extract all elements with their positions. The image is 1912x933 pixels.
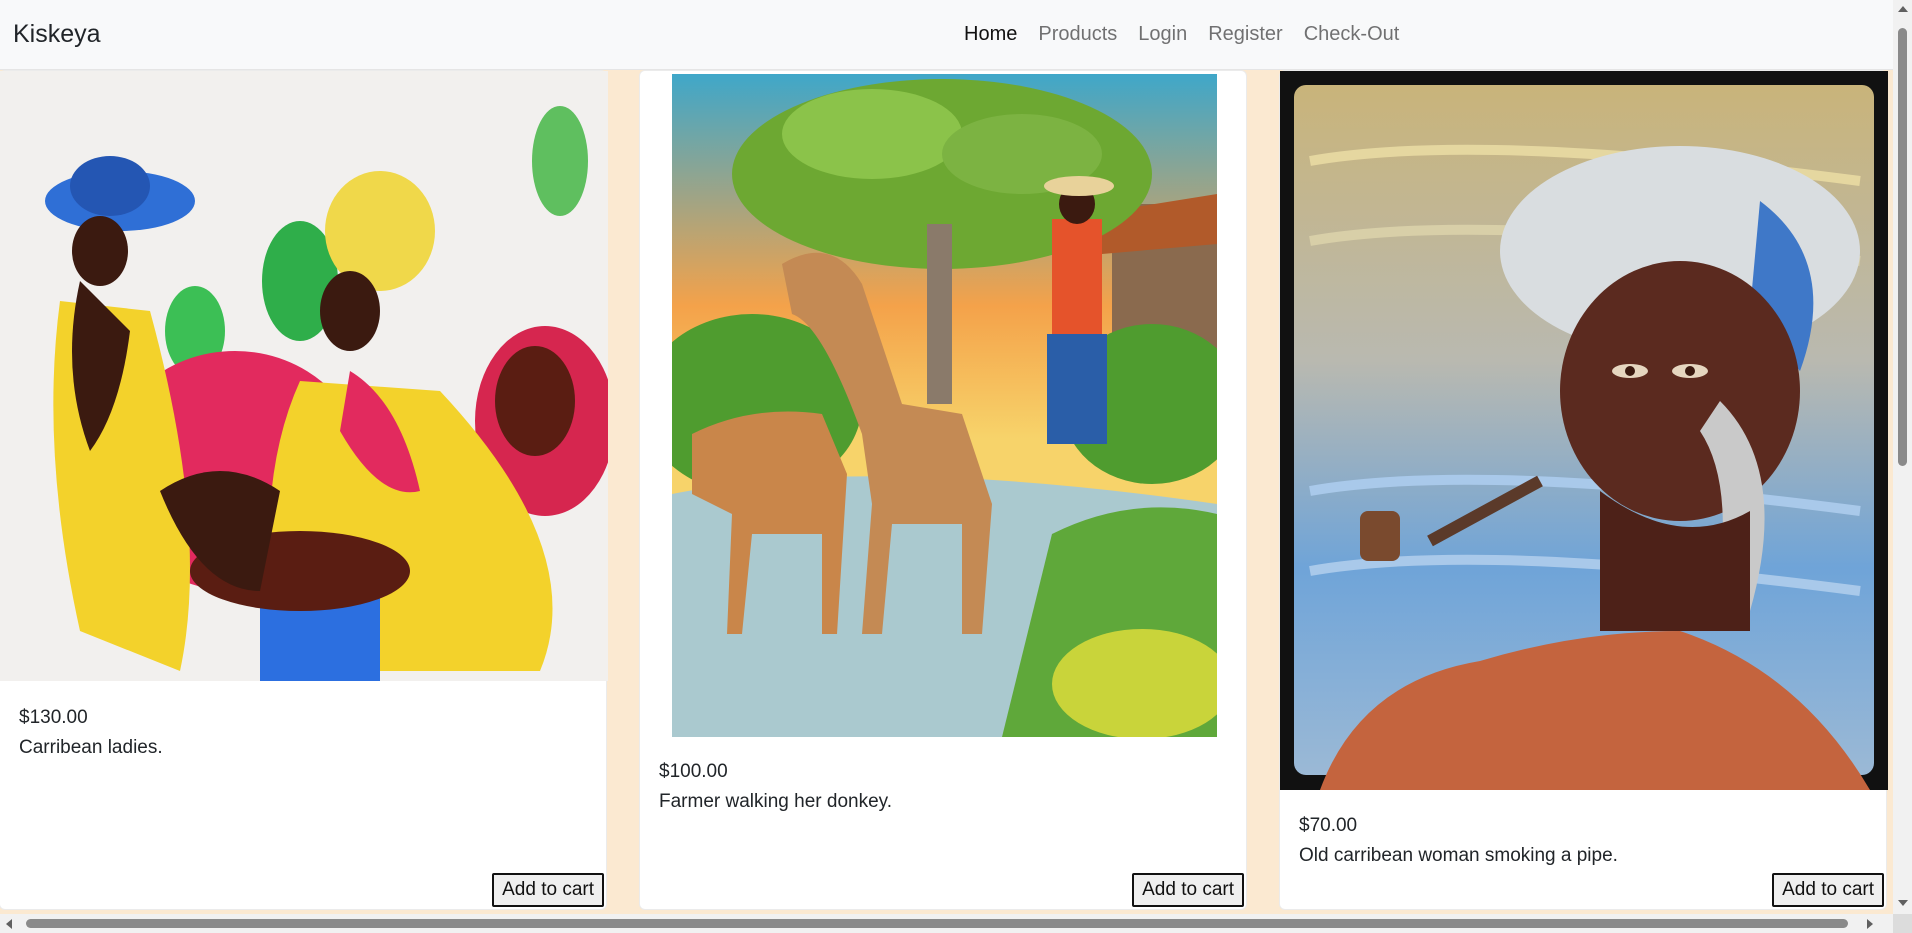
scroll-up-arrow-icon[interactable] xyxy=(1898,6,1908,12)
product-description: Carribean ladies. xyxy=(19,737,163,758)
product-description: Farmer walking her donkey. xyxy=(659,791,893,812)
add-to-cart-button[interactable]: Add to cart xyxy=(492,873,604,907)
scroll-left-arrow-icon[interactable] xyxy=(6,919,12,929)
scrollbar-corner xyxy=(1893,914,1912,933)
top-navbar: Kiskeya Home Products Login Register Che… xyxy=(0,0,1893,70)
product-image-caribbean-ladies[interactable] xyxy=(0,71,608,681)
nav-link-checkout[interactable]: Check-Out xyxy=(1304,23,1400,46)
product-card: $100.00 Farmer walking her donkey. Add t… xyxy=(639,70,1247,910)
product-description: Old carribean woman smoking a pipe. xyxy=(1299,845,1618,866)
nav-link-login[interactable]: Login xyxy=(1138,23,1187,46)
brand-logo[interactable]: Kiskeya xyxy=(13,20,101,49)
add-to-cart-button[interactable]: Add to cart xyxy=(1132,873,1244,907)
nav-links: Home Products Login Register Check-Out xyxy=(964,23,1420,46)
product-image-woman-pipe[interactable] xyxy=(1280,71,1888,790)
product-price: $70.00 xyxy=(1299,815,1358,836)
add-to-cart-button[interactable]: Add to cart xyxy=(1772,873,1884,907)
nav-link-register[interactable]: Register xyxy=(1208,23,1282,46)
vertical-scrollbar[interactable] xyxy=(1893,0,1912,914)
scroll-right-arrow-icon[interactable] xyxy=(1867,919,1873,929)
nav-link-products[interactable]: Products xyxy=(1038,23,1117,46)
product-card: $130.00 Carribean ladies. Add to cart xyxy=(0,70,608,910)
scroll-down-arrow-icon[interactable] xyxy=(1898,900,1908,906)
horizontal-scrollbar[interactable] xyxy=(0,914,1893,933)
nav-link-home[interactable]: Home xyxy=(964,23,1017,46)
vertical-scroll-thumb[interactable] xyxy=(1898,28,1907,466)
product-image-farmer-donkey[interactable] xyxy=(672,74,1217,737)
horizontal-scroll-thumb[interactable] xyxy=(26,919,1848,928)
product-card: $70.00 Old carribean woman smoking a pip… xyxy=(1279,70,1888,910)
product-price: $100.00 xyxy=(659,761,728,782)
product-price: $130.00 xyxy=(19,707,88,728)
